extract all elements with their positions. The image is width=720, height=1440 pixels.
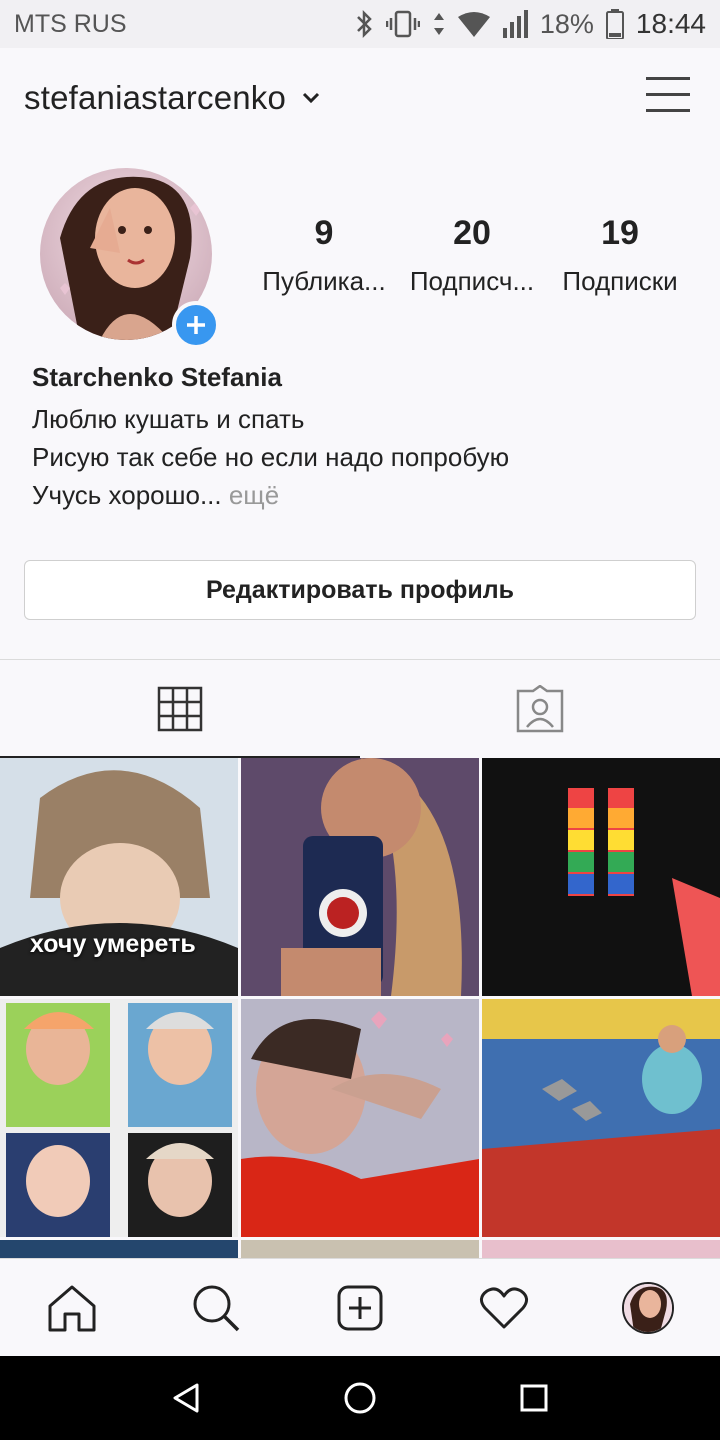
post-caption: хочу умереть	[30, 930, 196, 958]
tagged-icon	[516, 685, 564, 733]
post-thumbnail[interactable]	[241, 999, 479, 1237]
clock: 18:44	[635, 8, 706, 39]
followers-label: Подписч...	[409, 266, 535, 296]
data-arrows-icon	[433, 13, 444, 35]
plus-icon	[187, 316, 205, 334]
bottom-nav	[0, 1258, 720, 1356]
post-thumbnail[interactable]	[482, 999, 720, 1237]
post-thumbnail[interactable]	[0, 999, 238, 1237]
bio-line: Люблю кушать и спать	[32, 404, 305, 434]
nav-home[interactable]	[0, 1259, 144, 1357]
status-bar: MTS RUS 18% 18:44	[0, 0, 720, 48]
posts-count: 9	[314, 214, 334, 252]
battery-percent: 18%	[539, 8, 594, 39]
home-button-icon[interactable]	[343, 1381, 377, 1415]
signal-icon	[502, 10, 528, 38]
post-thumbnail[interactable]	[482, 758, 720, 996]
search-icon	[193, 1285, 240, 1332]
post-thumbnail[interactable]	[0, 1240, 238, 1258]
battery-icon	[605, 9, 624, 39]
add-story-button[interactable]	[172, 301, 220, 349]
profile-header: stefaniastarcenko	[0, 48, 720, 148]
post-thumbnail[interactable]	[241, 1240, 479, 1258]
system-nav-bar	[0, 1356, 720, 1440]
profile-bio: Starchenko Stefania Люблю кушать и спать…	[32, 362, 692, 514]
grid-icon	[157, 686, 203, 732]
nav-add-post[interactable]	[288, 1259, 432, 1357]
followers-count: 20	[453, 214, 491, 252]
status-icons: 18% 18:44	[354, 8, 706, 40]
bio-line-truncated: Учусь хорошо... ещё	[32, 476, 692, 514]
bio-line: Рисую так себе но если надо попробую	[32, 442, 510, 472]
username[interactable]: stefaniastarcenko	[24, 79, 286, 117]
heart-icon	[480, 1287, 528, 1329]
stat-posts[interactable]: 9 Публика...	[250, 214, 398, 297]
recents-icon[interactable]	[519, 1383, 549, 1413]
edit-profile-button[interactable]: Редактировать профиль	[24, 560, 696, 620]
more-link[interactable]: ещё	[222, 480, 279, 510]
vibrate-icon	[385, 10, 420, 38]
bio-line-text: Учусь хорошо...	[32, 480, 222, 510]
nav-profile[interactable]	[576, 1259, 720, 1357]
carrier-name: MTS RUS	[14, 9, 127, 38]
post-thumbnail[interactable]: хочу умереть	[0, 758, 238, 996]
profile-stats: 9 Публика... 20 Подписч... 19 Подписки	[250, 214, 694, 297]
posts-grid: хочу умереть	[0, 758, 720, 1258]
chevron-down-icon[interactable]	[302, 92, 320, 104]
back-icon[interactable]	[171, 1382, 201, 1414]
bluetooth-icon	[356, 9, 372, 39]
profile-tabs	[0, 660, 720, 758]
stat-following[interactable]: 19 Подписки	[546, 214, 694, 297]
posts-label: Публика...	[262, 266, 386, 296]
post-thumbnail[interactable]	[482, 1240, 720, 1258]
post-thumbnail[interactable]	[241, 758, 479, 996]
tab-tagged[interactable]	[360, 660, 720, 758]
profile-avatar-small	[622, 1282, 674, 1334]
full-name: Starchenko Stefania	[32, 362, 282, 392]
following-label: Подписки	[562, 266, 678, 296]
nav-search[interactable]	[144, 1259, 288, 1357]
tab-grid[interactable]	[0, 660, 360, 758]
following-count: 19	[601, 214, 639, 252]
home-icon	[48, 1285, 96, 1332]
add-post-icon	[337, 1285, 383, 1331]
stat-followers[interactable]: 20 Подписч...	[398, 214, 546, 297]
wifi-icon	[457, 12, 490, 37]
nav-activity[interactable]	[432, 1259, 576, 1357]
menu-icon[interactable]	[646, 77, 690, 117]
